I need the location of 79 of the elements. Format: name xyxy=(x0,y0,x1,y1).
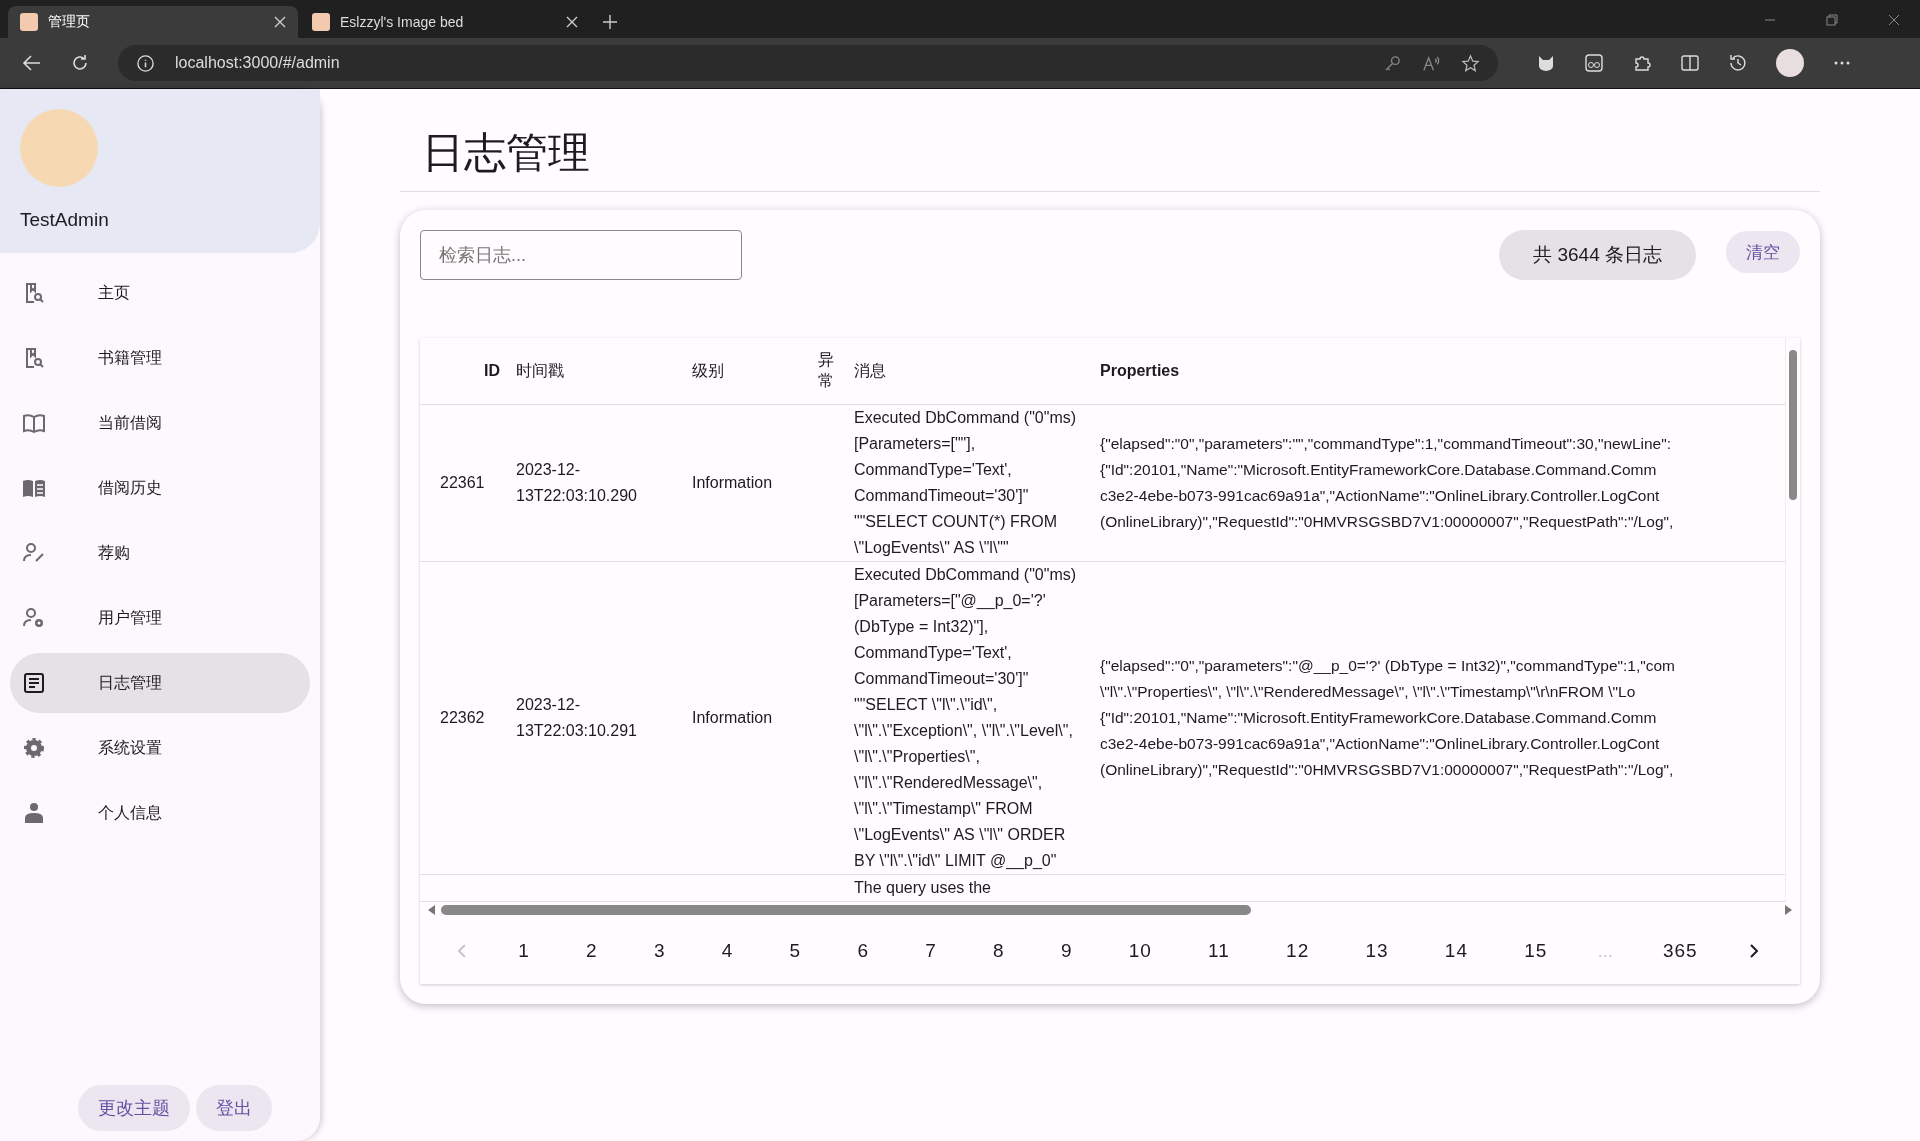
table-cell: 2023-12-13T22:03:10.290 xyxy=(516,461,637,504)
person-gear-icon xyxy=(22,606,46,630)
key-icon[interactable] xyxy=(1383,53,1402,73)
page-button[interactable]: 9 xyxy=(1054,936,1079,966)
page-button[interactable]: 10 xyxy=(1122,936,1158,966)
person-icon xyxy=(22,801,46,825)
table-cell: Executed DbCommand ("0"ms) [Parameters=[""], CommandType='Text', CommandTimeout='30']" ""SELECT COUNT(*) FROM \"LogEvents\" AS \"l\"" xyxy=(854,409,1077,556)
page-button[interactable]: 1 xyxy=(512,936,536,966)
page-button[interactable]: 365 xyxy=(1656,936,1704,966)
browser-tab[interactable]: Eslzzyl's Image bed xyxy=(300,6,590,38)
page-ellipsis: ... xyxy=(1597,940,1613,962)
glasses-icon[interactable] xyxy=(1584,53,1604,73)
nav-item[interactable]: 荐购 xyxy=(10,523,310,583)
table-cell: Executed DbCommand ("0"ms) [Parameters=["@__p_0='?' (DbType = Int32)"], CommandType='Text', CommandTimeout='30']" ""SELECT \"l\".\"id\", \"l\".\"Exception\", \"l\".\"Level\", \"l\".\"Properties\", \"l\".\"RenderedMessage\", \"l\".\"Timestamp\" FROM \"LogEvents\" AS \"l\" ORDER BY \"l\".\"id\" LIMIT @__p_0" xyxy=(854,566,1077,869)
gear-icon xyxy=(22,736,46,760)
nav-item[interactable]: 书籍管理 xyxy=(10,328,310,388)
clear-button[interactable]: 清空 xyxy=(1726,231,1800,273)
puzzle-icon[interactable] xyxy=(1632,53,1652,73)
table-cell-text: {"elapsed":"0","parameters":"@__p_0='?' (DbType = Int32)","commandType":1,"com \"l\".\"Properties\", \"l\".\"RenderedMessage\", \"l\".\"Timestamp\"\r\nFROM \"Lo {"Id":20101,"Name":"Microsoft.EntityFrameworkCore.Database.Command.Comm c3e2-4ebe-b073-991cac69a91a","ActionName":"OnlineLibrary.Controller.LogCont (OnlineLibrary)","RequestId":"0HMVRSGSBD7V1:00000007","RequestPath":"/Log", xyxy=(1100,656,1677,780)
nav-item[interactable]: 主页 xyxy=(10,263,310,323)
open-book-icon xyxy=(22,411,46,435)
nav-item[interactable]: 用户管理 xyxy=(10,588,310,648)
extension-cat-icon[interactable] xyxy=(1536,53,1556,73)
page-button[interactable]: 14 xyxy=(1438,936,1474,966)
column-header: 异常 xyxy=(810,338,846,405)
browser-tab[interactable]: 管理页 xyxy=(8,6,298,38)
table-cell: 22362 xyxy=(440,709,485,726)
column-header: 消息 xyxy=(846,338,1092,405)
page-button[interactable]: 8 xyxy=(987,936,1011,966)
favicon-icon xyxy=(20,13,38,31)
sidebar-button[interactable]: 更改主题 xyxy=(78,1085,190,1131)
nav-item[interactable]: 个人信息 xyxy=(10,783,310,843)
page-button[interactable]: 5 xyxy=(783,936,808,966)
column-header: 时间戳 xyxy=(508,338,684,405)
info-icon xyxy=(136,53,155,73)
page-button[interactable]: 4 xyxy=(715,936,740,966)
split-screen-icon[interactable] xyxy=(1680,53,1700,73)
page-button[interactable]: 7 xyxy=(919,936,943,966)
table-cell: 2023-12-13T22:03:10.291 xyxy=(516,696,637,739)
table-cell: Information xyxy=(692,474,773,491)
favicon-icon xyxy=(312,13,330,31)
column-header: 级别 xyxy=(684,338,810,405)
page-button[interactable]: 2 xyxy=(580,936,604,966)
reload-icon[interactable] xyxy=(70,53,90,73)
close-icon[interactable] xyxy=(566,16,578,28)
address-bar[interactable]: localhost:3000/#/admin xyxy=(118,45,1498,81)
close-icon[interactable] xyxy=(1888,14,1900,26)
page-button[interactable]: 11 xyxy=(1202,936,1236,966)
column-header: Properties xyxy=(1092,338,1785,405)
nav-item[interactable]: 当前借阅 xyxy=(10,393,310,453)
next-page-icon[interactable] xyxy=(1747,943,1760,959)
table-cell: 22361 xyxy=(440,474,485,491)
table-cell: The query uses the xyxy=(854,879,991,896)
column-header: ID xyxy=(420,338,508,405)
star-icon[interactable] xyxy=(1461,53,1480,73)
page-button[interactable]: 12 xyxy=(1280,936,1316,966)
restore-icon[interactable] xyxy=(1826,14,1838,26)
page-button[interactable]: 13 xyxy=(1359,936,1395,966)
read-aloud-icon[interactable] xyxy=(1422,53,1441,73)
search-field[interactable]: 检索日志... xyxy=(420,230,742,280)
back-icon[interactable] xyxy=(22,53,42,73)
vertical-scrollbar[interactable] xyxy=(1785,338,1800,902)
page-button[interactable]: 6 xyxy=(851,936,875,966)
profile-avatar[interactable] xyxy=(1776,49,1804,77)
history-icon[interactable] xyxy=(1728,53,1748,73)
sidebar-button[interactable]: 登出 xyxy=(196,1085,272,1131)
page-title: 日志管理 xyxy=(400,125,1820,192)
nav-item[interactable]: 系统设置 xyxy=(10,718,310,778)
page-button[interactable]: 15 xyxy=(1518,936,1554,966)
user-name: TestAdmin xyxy=(20,209,110,231)
nav-item[interactable]: 借阅历史 xyxy=(10,458,310,518)
nav-item[interactable]: 日志管理 xyxy=(10,653,310,713)
table-cell: Information xyxy=(692,709,773,726)
table-cell-text: {"elapsed":"0","parameters":"","commandType":1,"commandTimeout":30,"newLine": {"Id":20101,"Name":"Microsoft.EntityFrameworkCore.Database.Command.Comm c3e2-4ebe-b073-991cac69a91a","ActionName":"OnlineLibrary.Controller.LogCont (OnlineLibrary)","RequestId":"0HMVRSGSBD7V1:00000007","RequestPath":"/Log", xyxy=(1100,434,1675,532)
close-icon[interactable] xyxy=(274,16,286,28)
new-tab-icon[interactable] xyxy=(602,14,618,30)
log-count-chip: 共 3644 条日志 xyxy=(1499,230,1696,280)
page-button[interactable]: 3 xyxy=(647,936,672,966)
document-icon xyxy=(22,671,46,695)
